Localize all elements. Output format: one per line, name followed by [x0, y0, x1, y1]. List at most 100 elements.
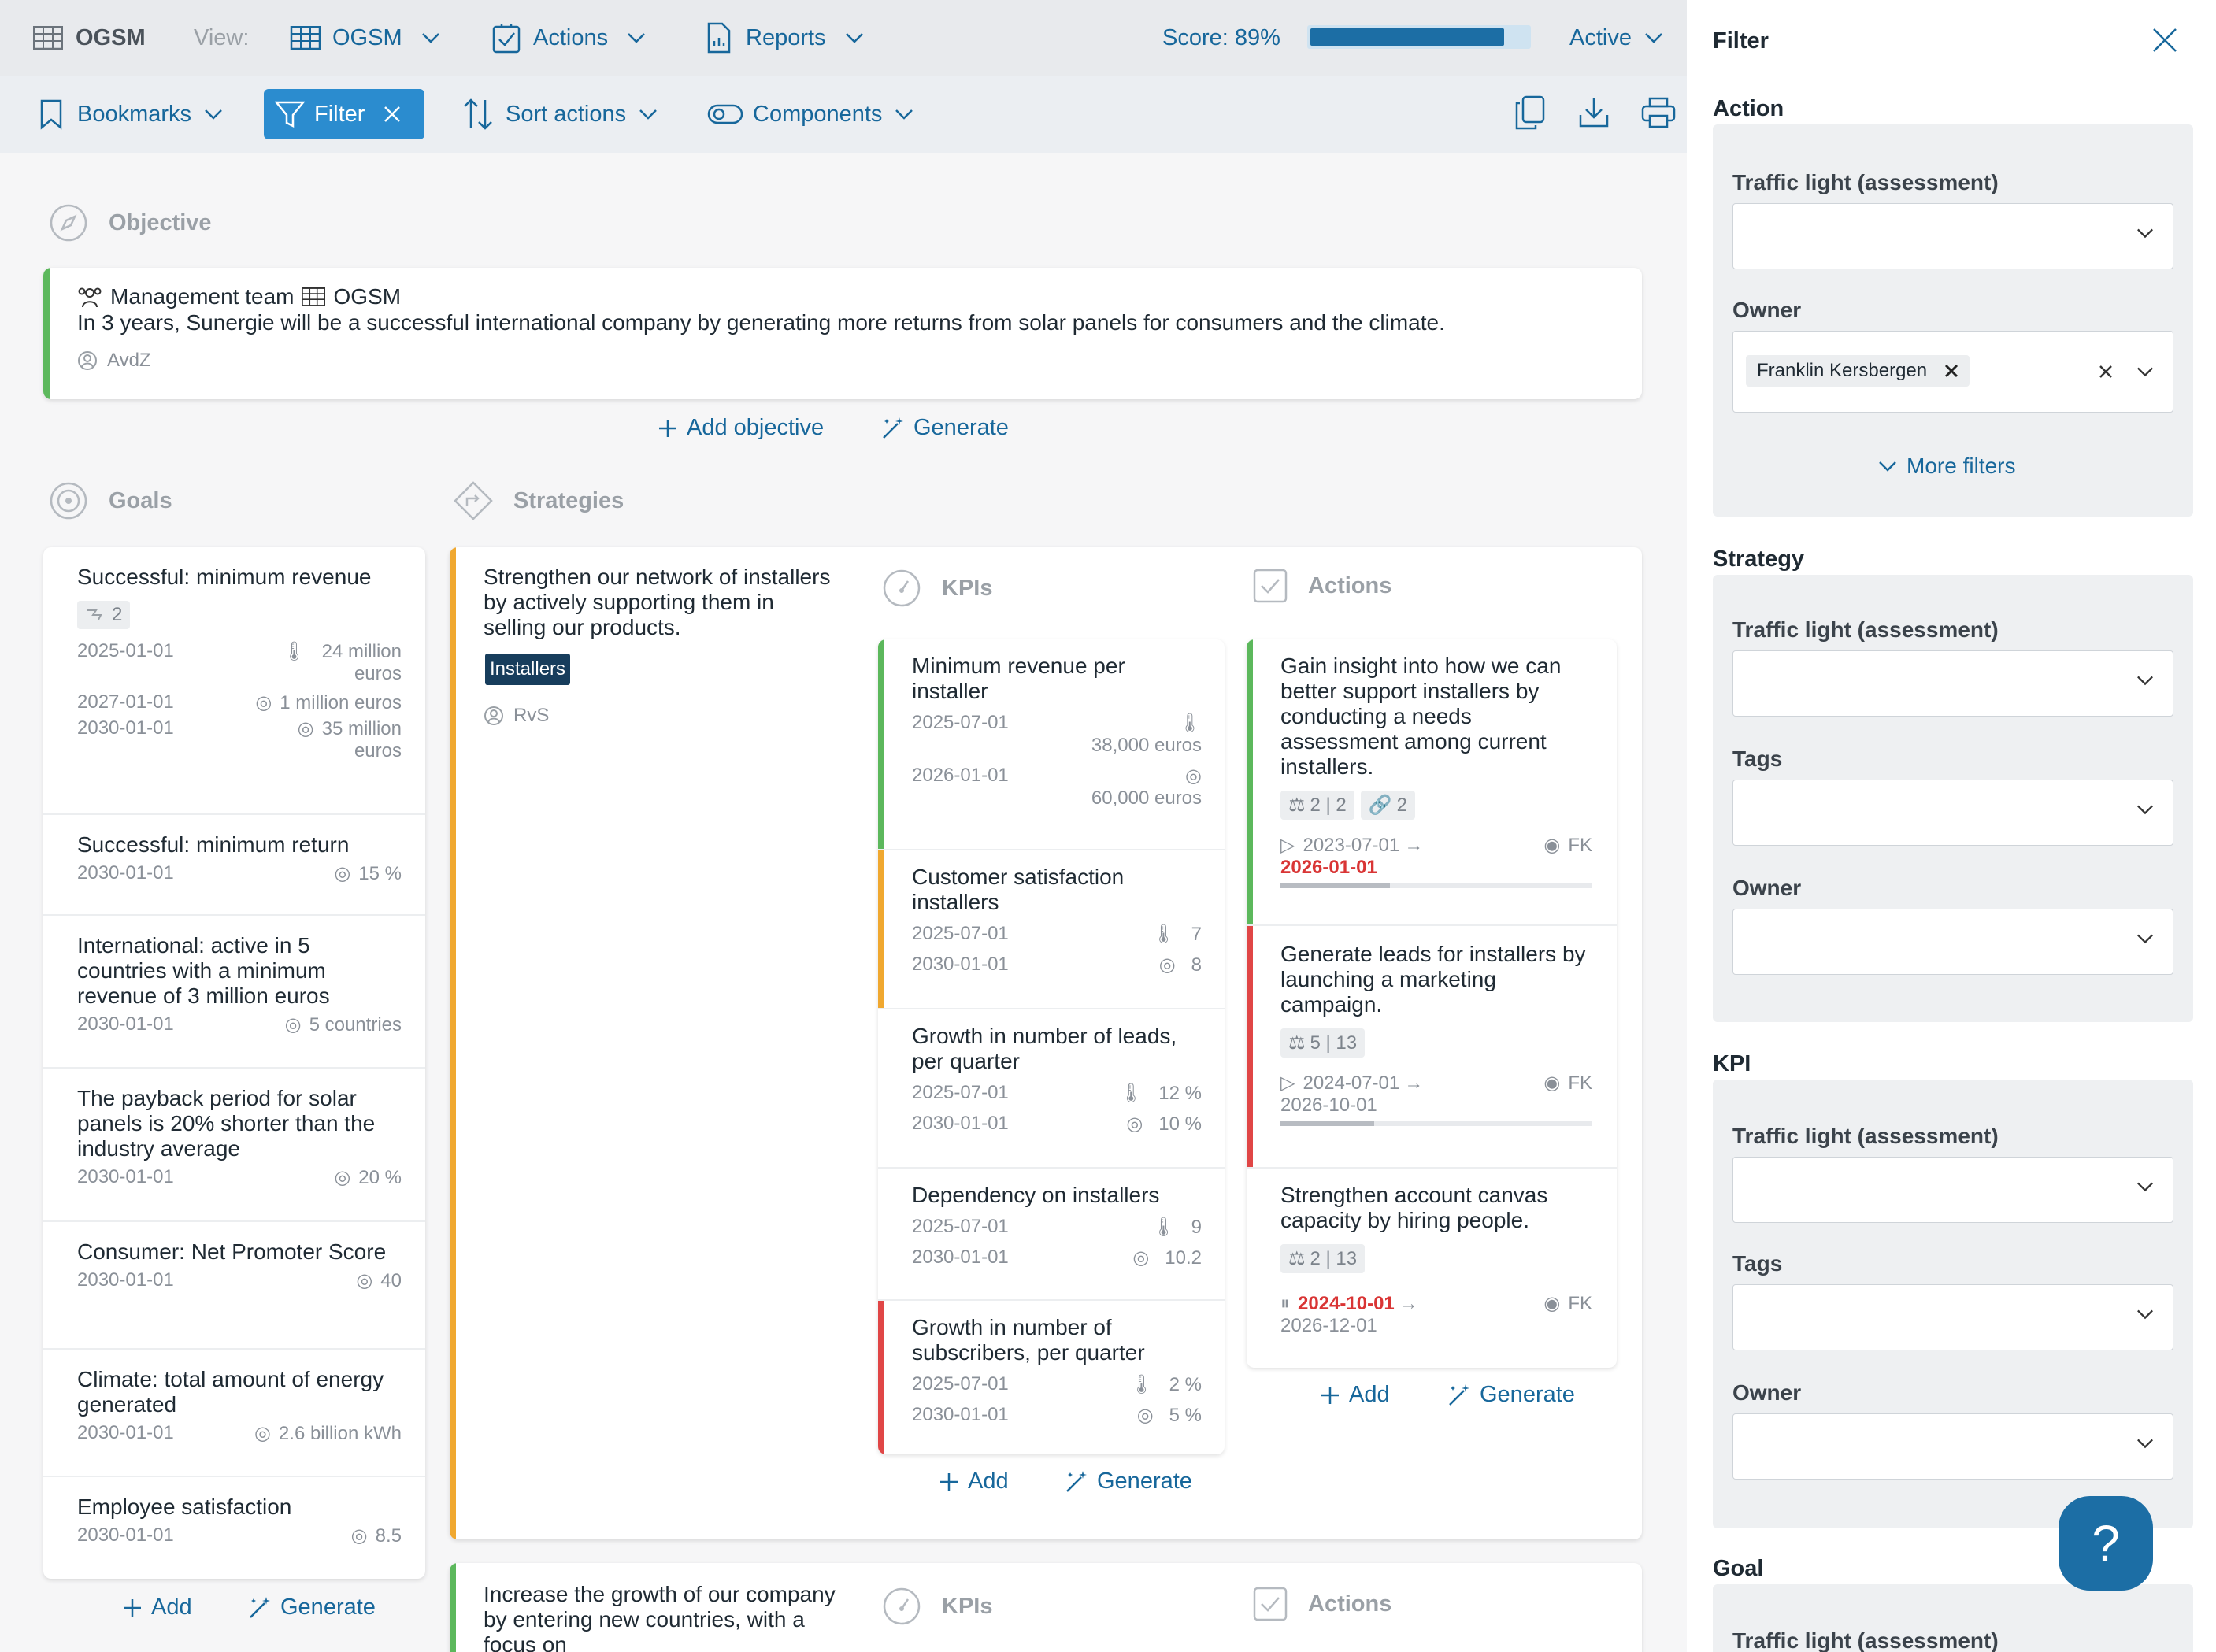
add-objective-button[interactable]: Add objective — [657, 415, 824, 441]
owner-initials: FK — [1568, 834, 1592, 856]
badge-count: 5 | 13 — [1310, 1032, 1358, 1054]
close-icon[interactable] — [2151, 27, 2178, 54]
kpi-card[interactable]: Customer satisfaction installers 2025-07… — [912, 865, 1202, 976]
link-icon: 🔗 — [1368, 795, 1392, 816]
print-icon[interactable] — [1641, 97, 1676, 128]
view-dropdown[interactable]: OGSM — [290, 25, 440, 51]
goal-card[interactable]: The payback period for solar panels is 2… — [77, 1086, 402, 1189]
add-goal-button[interactable]: Add — [121, 1595, 192, 1621]
kpi-name: Growth in number of leads, per quarter — [912, 1024, 1177, 1073]
filter-panel: Filter Action Traffic light (assessment)… — [1687, 0, 2216, 1652]
chevron-down-icon — [1645, 33, 1662, 43]
goal-date: 2025-01-01 — [77, 640, 174, 661]
filter-group-action: Action — [1713, 96, 1784, 121]
sort-dropdown[interactable]: Sort actions — [461, 97, 658, 131]
user-icon: ◉ — [1543, 1293, 1561, 1314]
action-card[interactable]: Generate leads for installers by launchi… — [1280, 942, 1592, 1126]
chevron-down-icon — [2137, 367, 2153, 377]
chevron-down-icon — [845, 33, 863, 43]
clear-icon[interactable] — [2099, 365, 2113, 379]
compass-icon — [50, 204, 87, 242]
goal-card[interactable]: Climate: total amount of energy generate… — [77, 1367, 402, 1445]
magic-wand-icon — [883, 417, 903, 439]
bookmarks-dropdown[interactable]: Bookmarks — [39, 98, 223, 130]
strategy-traffic-light-select[interactable] — [1732, 650, 2173, 717]
kpi-owner-select[interactable] — [1732, 1413, 2173, 1480]
kpi-tags-select[interactable] — [1732, 1284, 2173, 1350]
status-dropdown[interactable]: Active — [1569, 25, 1663, 51]
strategy-card[interactable]: Increase the growth of our company by en… — [450, 1563, 1642, 1652]
score-bar — [1307, 25, 1531, 49]
goal-card[interactable]: International: active in 5 countries wit… — [77, 933, 402, 1036]
scale-icon: ⚖ — [1288, 795, 1306, 816]
reports-dropdown[interactable]: Reports — [706, 22, 864, 54]
toolbar: Bookmarks Filter Sort actions Components — [0, 76, 1687, 153]
target-icon: ◎ — [334, 863, 351, 884]
goal-name: Successful: minimum revenue — [77, 565, 372, 589]
strategy-owner-select[interactable] — [1732, 909, 2173, 975]
action-progress — [1280, 1121, 1592, 1126]
more-filters-button[interactable]: More filters — [1878, 454, 2015, 479]
add-action-button[interactable]: Add — [1319, 1382, 1390, 1408]
add-kpi-button[interactable]: Add — [938, 1469, 1009, 1495]
strategy-text: Strengthen our network of installers by … — [484, 565, 831, 639]
action-traffic-light-select[interactable] — [1732, 203, 2173, 269]
target-icon: ◎ — [1132, 1247, 1150, 1269]
generate-objective-button[interactable]: Generate — [880, 415, 1009, 441]
action-progress — [1280, 883, 1592, 888]
user-icon — [484, 706, 503, 725]
owner-chip[interactable]: Franklin Kersbergen — [1746, 355, 1970, 387]
generate-kpi-button[interactable]: Generate — [1064, 1469, 1192, 1495]
strategy-tag[interactable]: Installers — [485, 654, 571, 685]
owner-initials: FK — [1568, 1292, 1592, 1314]
traffic-light-label: Traffic light (assessment) — [1732, 170, 1999, 194]
action-card[interactable]: Strengthen account canvas capacity by hi… — [1280, 1183, 1592, 1337]
badge-count: 2 | 13 — [1310, 1247, 1358, 1269]
objective-card[interactable]: Management team OGSM In 3 years, Sunergi… — [43, 268, 1642, 399]
help-button[interactable]: ? — [2059, 1496, 2153, 1591]
kpi-card[interactable]: Growth in number of leads, per quarter 2… — [912, 1024, 1202, 1135]
strategy-card[interactable]: Strengthen our network of installers by … — [450, 547, 1642, 1539]
action-progress-fill — [1280, 883, 1390, 888]
plus-icon — [659, 419, 676, 437]
chevron-down-icon — [205, 109, 222, 120]
generate-action-button[interactable]: Generate — [1447, 1382, 1575, 1408]
actions-dropdown[interactable]: Actions — [492, 22, 646, 54]
generate-goal-button[interactable]: Generate — [247, 1595, 376, 1621]
action-card[interactable]: Gain insight into how we can better supp… — [1280, 654, 1592, 888]
goal-card[interactable]: Employee satisfaction 2030-01-01 ◎ 8.5 — [77, 1495, 402, 1547]
badge-count: 2 — [112, 604, 123, 625]
kpi-value: 8 — [1191, 954, 1202, 976]
goal-card[interactable]: Successful: minimum revenue 2 2025-01-01… — [77, 565, 402, 762]
download-icon[interactable] — [1578, 96, 1610, 129]
app-title[interactable]: OGSM — [33, 25, 146, 51]
goal-card[interactable]: Successful: minimum return 2030-01-01 ◎ 15… — [77, 832, 402, 885]
strategy-tags-select[interactable] — [1732, 780, 2173, 846]
kpi-card[interactable]: Minimum revenue per installer 2025-07-01… — [912, 654, 1202, 809]
add-objective-label: Add objective — [687, 415, 825, 440]
owner-initials: RvS — [513, 705, 550, 726]
action-owner-select[interactable]: Franklin Kersbergen — [1732, 331, 2173, 413]
tags-label: Tags — [1732, 1251, 1783, 1276]
objective-title: Objective — [109, 209, 212, 235]
kpi-value: 2 % — [1169, 1373, 1202, 1395]
badge-count: 2 — [1396, 794, 1408, 816]
kpi-traffic-light-select[interactable] — [1732, 1157, 2173, 1223]
filter-button[interactable]: Filter — [264, 89, 424, 139]
close-icon[interactable] — [384, 106, 401, 123]
link-badge: 🔗 2 — [1360, 791, 1416, 820]
kpi-card[interactable]: Dependency on installers 2025-07-01 🌡 9 20… — [912, 1183, 1202, 1269]
kpi-value: 7 — [1191, 923, 1202, 945]
remove-icon[interactable] — [1944, 364, 1958, 378]
goal-card[interactable]: Consumer: Net Promoter Score 2030-01-01 ◎… — [77, 1239, 402, 1292]
thermometer-icon: 🌡 — [282, 641, 306, 662]
copy-icon[interactable] — [1514, 95, 1545, 130]
kpi-card[interactable]: Growth in number of subscribers, per qua… — [912, 1315, 1202, 1427]
generate-goal-label: Generate — [280, 1595, 376, 1620]
status-label: Active — [1569, 24, 1632, 50]
divider — [43, 1220, 425, 1222]
add-kpi-label: Add — [968, 1469, 1009, 1494]
objective-owner: AvdZ — [77, 350, 151, 372]
components-dropdown[interactable]: Components — [707, 102, 913, 128]
filter-panel-title: Filter — [1713, 28, 1769, 54]
